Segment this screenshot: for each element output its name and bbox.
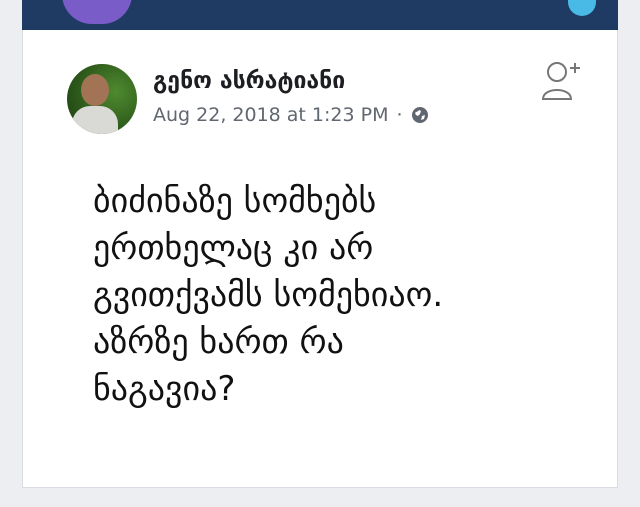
globe-icon[interactable]	[411, 106, 429, 124]
add-friend-icon[interactable]	[537, 56, 581, 104]
meta-row: Aug 22, 2018 at 1:23 PM ·	[153, 104, 429, 126]
meta-separator: ·	[396, 104, 403, 126]
banner-shape-right	[568, 0, 596, 16]
author-name[interactable]: გენო ასრატიანი	[153, 68, 345, 94]
timestamp[interactable]: Aug 22, 2018 at 1:23 PM	[153, 104, 388, 126]
avatar-body	[72, 106, 118, 134]
top-banner	[22, 0, 618, 30]
avatar[interactable]	[67, 64, 137, 134]
banner-shape-left	[62, 0, 132, 24]
post-text: ბიძინაზე სომხებს ერთხელაც კი არ გვითქვამ…	[93, 181, 444, 409]
post-card: გენო ასრატიანი Aug 22, 2018 at 1:23 PM ·…	[22, 30, 618, 488]
avatar-face	[81, 74, 109, 106]
